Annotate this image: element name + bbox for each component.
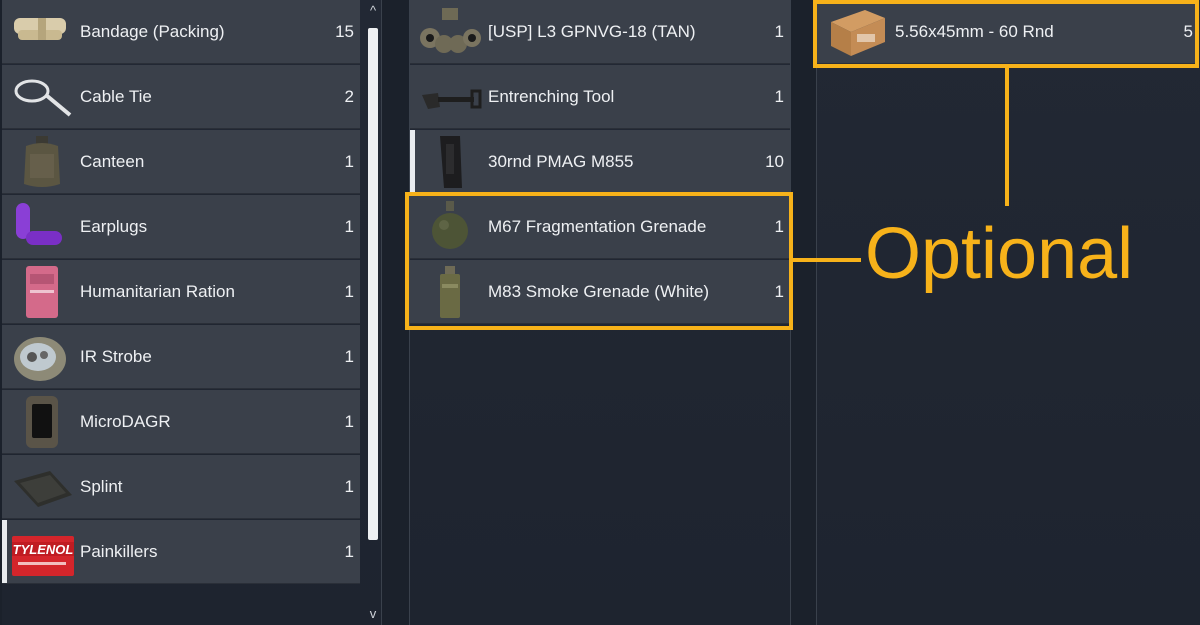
- item-count: 1: [344, 477, 354, 496]
- item-count: 15: [335, 22, 354, 41]
- shovel-icon: [418, 69, 482, 125]
- magazine-icon: [418, 134, 482, 190]
- inventory-item-cable-tie[interactable]: Cable Tie 2: [2, 65, 360, 129]
- inventory-item-ration[interactable]: Humanitarian Ration 1: [2, 260, 360, 324]
- bandage-icon: [10, 4, 74, 60]
- painkillers-icon: TYLENOL: [10, 524, 74, 580]
- item-count: 1: [344, 217, 354, 236]
- inventory-item-bandage[interactable]: Bandage (Packing) 15: [2, 0, 360, 64]
- inventory-item-nvg[interactable]: [USP] L3 GPNVG-18 (TAN) 1: [410, 0, 790, 64]
- item-label: Splint: [80, 477, 123, 496]
- item-label: Bandage (Packing): [80, 22, 225, 41]
- inventory-item-pmag[interactable]: 30rnd PMAG M855 10: [410, 130, 790, 194]
- highlight-box-ammo: [813, 0, 1199, 68]
- item-count: 2: [344, 87, 354, 106]
- scroll-down-icon[interactable]: v: [364, 603, 382, 625]
- splint-icon: [10, 459, 74, 515]
- tylenol-brand-text: TYLENOL: [13, 542, 74, 557]
- item-count: 1: [774, 22, 784, 41]
- item-count: 1: [774, 87, 784, 106]
- inventory-item-entrenching-tool[interactable]: Entrenching Tool 1: [410, 65, 790, 129]
- item-label: Humanitarian Ration: [80, 282, 235, 301]
- inventory-item-splint[interactable]: Splint 1: [2, 455, 360, 519]
- inventory-panel-left: Bandage (Packing) 15 Cable Tie 2 Canteen…: [2, 0, 382, 625]
- inventory-item-canteen[interactable]: Canteen 1: [2, 130, 360, 194]
- item-count: 1: [344, 412, 354, 431]
- item-label: 30rnd PMAG M855: [488, 152, 634, 171]
- ration-icon: [10, 264, 74, 320]
- item-label: IR Strobe: [80, 347, 152, 366]
- ir-strobe-icon: [10, 329, 74, 385]
- item-count: 1: [344, 347, 354, 366]
- annotation-label: Optional: [865, 214, 1134, 294]
- item-count: 1: [344, 542, 354, 561]
- microdagr-icon: [10, 394, 74, 450]
- item-label: Canteen: [80, 152, 145, 171]
- nvg-icon: [418, 4, 482, 60]
- item-label: Cable Tie: [80, 87, 152, 106]
- item-count: 1: [344, 282, 354, 301]
- item-label: [USP] L3 GPNVG-18 (TAN): [488, 22, 696, 41]
- item-label: Earplugs: [80, 217, 148, 236]
- item-count: 10: [765, 152, 784, 171]
- scroll-thumb[interactable]: [368, 28, 378, 540]
- connector-line: [793, 258, 861, 262]
- cable-tie-icon: [10, 69, 74, 125]
- item-label: Painkillers: [80, 542, 158, 561]
- highlight-box-grenades: [405, 192, 793, 330]
- canteen-icon: [10, 134, 74, 190]
- inventory-item-painkillers[interactable]: TYLENOL Painkillers 1: [2, 520, 360, 584]
- inventory-item-microdagr[interactable]: MicroDAGR 1: [2, 390, 360, 454]
- item-label: Entrenching Tool: [488, 87, 615, 106]
- scrollbar[interactable]: ^ v: [364, 0, 382, 625]
- connector-line: [1005, 68, 1009, 206]
- item-count: 1: [344, 152, 354, 171]
- inventory-item-earplugs[interactable]: Earplugs 1: [2, 195, 360, 259]
- earplugs-icon: [10, 199, 74, 255]
- item-label: MicroDAGR: [80, 412, 171, 431]
- inventory-item-ir-strobe[interactable]: IR Strobe 1: [2, 325, 360, 389]
- scroll-up-icon[interactable]: ^: [364, 0, 382, 22]
